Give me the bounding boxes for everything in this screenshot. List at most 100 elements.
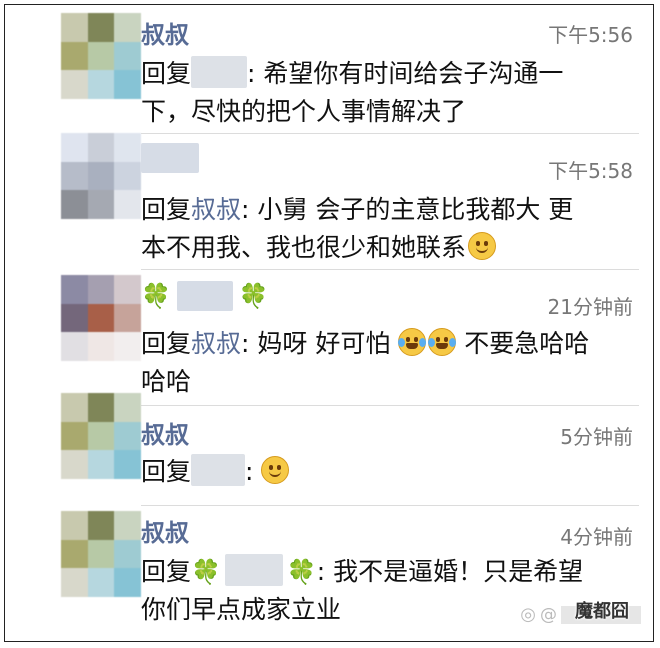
reply-to-name[interactable]: 叔叔 <box>191 195 241 224</box>
text-line: : 我不是逼婚！只是希望 <box>316 557 584 586</box>
text-line: 下，尽快的把个人事情解决了 <box>141 97 467 126</box>
text-line: : 小舅 会子的主意比我都大 更 <box>241 195 574 224</box>
comment-text[interactable]: 回复叔叔: 小舅 会子的主意比我都大 更 本不用我、我也很少和她联系 <box>141 191 641 267</box>
avatar-pixel <box>114 511 141 540</box>
divider <box>141 405 639 406</box>
avatar-pixel <box>114 450 141 479</box>
blurred-username <box>191 454 246 486</box>
text-line: 不要急哈哈 <box>456 329 590 358</box>
timestamp: 下午5:58 <box>548 159 633 183</box>
avatar-pixel <box>61 70 88 99</box>
avatar-pixel <box>87 190 115 219</box>
reply-to-name[interactable]: 叔叔 <box>191 329 241 358</box>
avatar-pixel <box>114 303 141 333</box>
avatar-pixel <box>87 568 115 597</box>
reply-prefix: 回复 <box>141 59 192 88</box>
text-line: : 希望你有时间给会子沟通一 <box>247 59 564 88</box>
avatar-pixel <box>114 539 141 569</box>
avatar-pixel <box>87 13 115 42</box>
avatar-pixel <box>61 303 88 333</box>
avatar[interactable] <box>61 511 141 597</box>
avatar-pixel <box>87 275 115 304</box>
avatar-pixel <box>61 133 88 162</box>
comment-list: 叔叔 下午5:56 回复 : 希望你有时间给会子沟通一 下，尽快的把个人事情解决了… <box>4 4 654 642</box>
avatar-pixel <box>114 275 141 304</box>
weibo-logo-icon: ◎ <box>520 604 536 625</box>
tears-of-joy-emoji-icon <box>428 328 457 356</box>
avatar[interactable] <box>61 275 141 361</box>
avatar-pixel <box>87 511 115 540</box>
avatar-pixel <box>61 275 88 304</box>
avatar-pixel <box>114 421 141 451</box>
timestamp: 下午5:56 <box>548 23 633 47</box>
avatar-pixel <box>61 393 88 422</box>
comment-text[interactable]: 回复叔叔: 妈呀 好可怕 不要急哈哈 哈哈 <box>141 325 641 401</box>
author-name[interactable]: 叔叔 <box>141 15 189 50</box>
avatar[interactable] <box>61 393 141 479</box>
avatar-pixel <box>61 421 88 451</box>
divider <box>141 269 639 270</box>
author-label[interactable]: 叔叔 <box>141 513 189 548</box>
author-name[interactable]: 叔叔 <box>141 415 189 450</box>
avatar-pixel <box>61 568 88 597</box>
avatar-pixel <box>61 332 88 361</box>
avatar-pixel <box>114 13 141 42</box>
avatar-pixel <box>114 161 141 191</box>
avatar-pixel <box>87 41 115 71</box>
avatar-pixel <box>87 133 115 162</box>
author-name[interactable]: 🍀 🍀 <box>141 281 269 311</box>
avatar-pixel <box>61 41 88 71</box>
clover-icon: 🍀 <box>191 558 221 586</box>
author-label[interactable]: 叔叔 <box>141 415 189 450</box>
avatar-pixel <box>87 539 115 569</box>
timestamp: 5分钟前 <box>560 425 633 449</box>
avatar-pixel <box>87 70 115 99</box>
avatar[interactable] <box>61 133 141 219</box>
smile-emoji-icon <box>468 232 497 260</box>
comment-text[interactable]: 回复 : 希望你有时间给会子沟通一 下，尽快的把个人事情解决了 <box>141 55 641 131</box>
avatar-pixel <box>114 332 141 361</box>
clover-icon: 🍀 <box>286 558 317 586</box>
avatar-pixel <box>61 161 88 191</box>
text-line: 你们早点成家立业 <box>141 595 342 624</box>
blurred-username <box>191 56 248 88</box>
reply-prefix: 回复 <box>141 195 192 224</box>
clover-icon: 🍀 <box>238 282 269 310</box>
divider <box>141 505 639 506</box>
avatar-pixel <box>114 393 141 422</box>
avatar-pixel <box>61 539 88 569</box>
reply-prefix: 回复 <box>141 557 192 586</box>
reply-prefix: 回复 <box>141 457 192 486</box>
avatar-pixel <box>114 41 141 71</box>
timestamp: 4分钟前 <box>560 525 633 549</box>
text-line: : <box>245 457 254 486</box>
avatar-pixel <box>114 190 141 219</box>
author-label[interactable]: 叔叔 <box>141 15 189 50</box>
avatar-pixel <box>87 161 115 191</box>
avatar[interactable] <box>61 13 141 99</box>
avatar-pixel <box>87 332 115 361</box>
avatar-pixel <box>61 450 88 479</box>
avatar-pixel <box>87 450 115 479</box>
avatar-pixel <box>87 303 115 333</box>
avatar-pixel <box>61 511 88 540</box>
reply-prefix: 回复 <box>141 329 192 358</box>
avatar-pixel <box>114 133 141 162</box>
watermark-prefix: @ <box>540 604 557 625</box>
avatar-pixel <box>87 421 115 451</box>
blurred-username <box>224 554 283 586</box>
avatar-pixel <box>114 568 141 597</box>
smile-emoji-icon <box>261 456 290 484</box>
timestamp: 21分钟前 <box>547 295 633 319</box>
author-name[interactable] <box>141 143 199 173</box>
blurred-author <box>176 281 233 311</box>
text-line: : 妈呀 好可怕 <box>241 329 391 358</box>
avatar-pixel <box>114 70 141 99</box>
blurred-author <box>141 143 199 173</box>
avatar-pixel <box>61 13 88 42</box>
source-logo: 魔都囧 <box>575 601 629 622</box>
avatar-pixel <box>87 393 115 422</box>
comment-text[interactable]: 回复: <box>141 453 641 491</box>
author-name[interactable]: 叔叔 <box>141 513 189 548</box>
text-line: 哈哈 <box>141 367 192 396</box>
